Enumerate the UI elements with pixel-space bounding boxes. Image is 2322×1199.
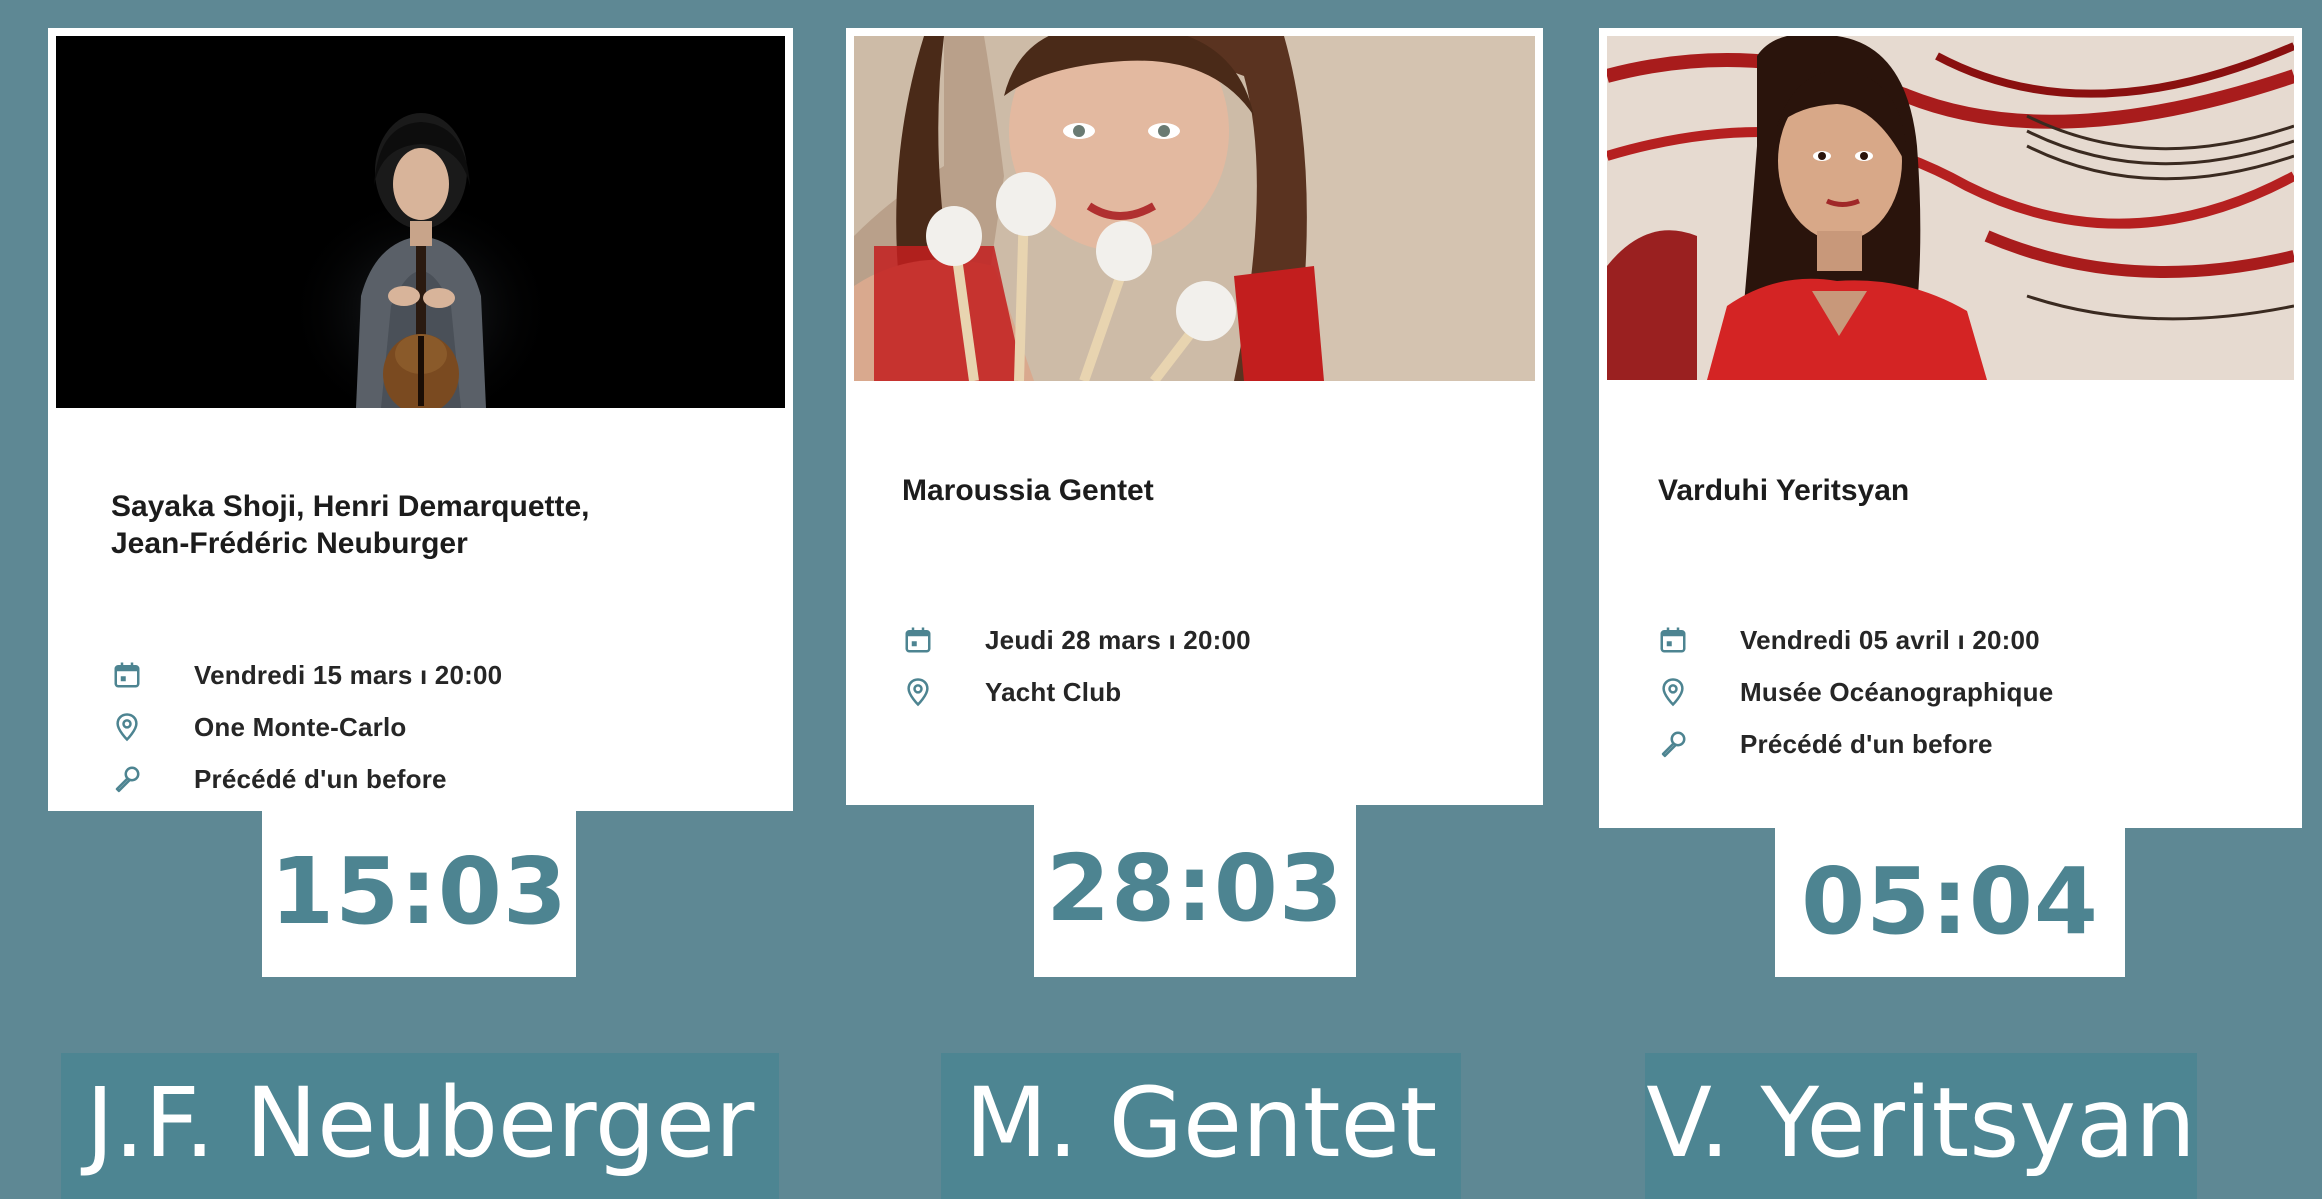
event-date-row-2: Jeudi 28 mars ı 20:00 bbox=[901, 614, 1543, 666]
event-card-1[interactable]: Sayaka Shoji, Henri Demarquette, Jean-Fr… bbox=[48, 28, 793, 811]
location-pin-icon bbox=[110, 710, 144, 744]
date-tab-2: 28:03 bbox=[1034, 800, 1356, 977]
event-venue-text-3: Musée Océanographique bbox=[1740, 676, 2054, 707]
event-extra-row-1: Précédé d'un before bbox=[110, 753, 793, 805]
calendar-icon bbox=[1656, 623, 1690, 657]
event-info-1: Vendredi 15 mars ı 20:00 One Monte-Carlo… bbox=[110, 649, 793, 805]
event-card-3[interactable]: Varduhi Yeritsyan Vendredi 05 avril ı 20… bbox=[1599, 28, 2302, 828]
violinist-photo bbox=[56, 36, 785, 408]
event-performer-title-1: Sayaka Shoji, Henri Demarquette, Jean-Fr… bbox=[111, 490, 590, 560]
event-venue-row-2: Yacht Club bbox=[901, 666, 1543, 718]
event-card-2[interactable]: Maroussia Gentet Jeudi 28 mars ı 20:00 Y… bbox=[846, 28, 1543, 805]
event-extra-text-1: Précédé d'un before bbox=[194, 763, 447, 794]
event-venue-text-2: Yacht Club bbox=[985, 676, 1122, 707]
date-tab-3: 05:04 bbox=[1775, 825, 2125, 977]
event-extra-row-3: Précédé d'un before bbox=[1656, 718, 2302, 770]
event-date-text-1: Vendredi 15 mars ı 20:00 bbox=[194, 659, 503, 690]
event-date-row-3: Vendredi 05 avril ı 20:00 bbox=[1656, 614, 2302, 666]
short-name-box-1: J.F. Neuberger bbox=[61, 1053, 779, 1199]
event-venue-row-3: Musée Océanographique bbox=[1656, 666, 2302, 718]
event-date-text-3: Vendredi 05 avril ı 20:00 bbox=[1740, 624, 2040, 655]
event-venue-row-1: One Monte-Carlo bbox=[110, 701, 793, 753]
short-name-box-3: V. Yeritsyan bbox=[1645, 1053, 2197, 1199]
event-performer-title-3: Varduhi Yeritsyan bbox=[1658, 474, 1910, 507]
pianist-photo bbox=[1607, 36, 2294, 380]
event-date-text-2: Jeudi 28 mars ı 20:00 bbox=[985, 624, 1251, 655]
microphone-icon bbox=[110, 762, 144, 796]
short-name-box-2: M. Gentet bbox=[941, 1053, 1461, 1199]
event-extra-text-3: Précédé d'un before bbox=[1740, 728, 1993, 759]
event-photo-3 bbox=[1607, 36, 2294, 380]
event-photo-1 bbox=[56, 36, 785, 408]
event-performer-title-2: Maroussia Gentet bbox=[902, 474, 1154, 507]
event-date-row-1: Vendredi 15 mars ı 20:00 bbox=[110, 649, 793, 701]
percussionist-photo bbox=[854, 36, 1535, 381]
event-info-3: Vendredi 05 avril ı 20:00 Musée Océanogr… bbox=[1656, 614, 2302, 770]
location-pin-icon bbox=[901, 675, 935, 709]
event-info-2: Jeudi 28 mars ı 20:00 Yacht Club bbox=[901, 614, 1543, 718]
event-venue-text-1: One Monte-Carlo bbox=[194, 711, 407, 742]
date-tab-1: 15:03 bbox=[262, 805, 576, 977]
microphone-icon bbox=[1656, 727, 1690, 761]
calendar-icon bbox=[901, 623, 935, 657]
location-pin-icon bbox=[1656, 675, 1690, 709]
event-photo-2 bbox=[854, 36, 1535, 381]
calendar-icon bbox=[110, 658, 144, 692]
